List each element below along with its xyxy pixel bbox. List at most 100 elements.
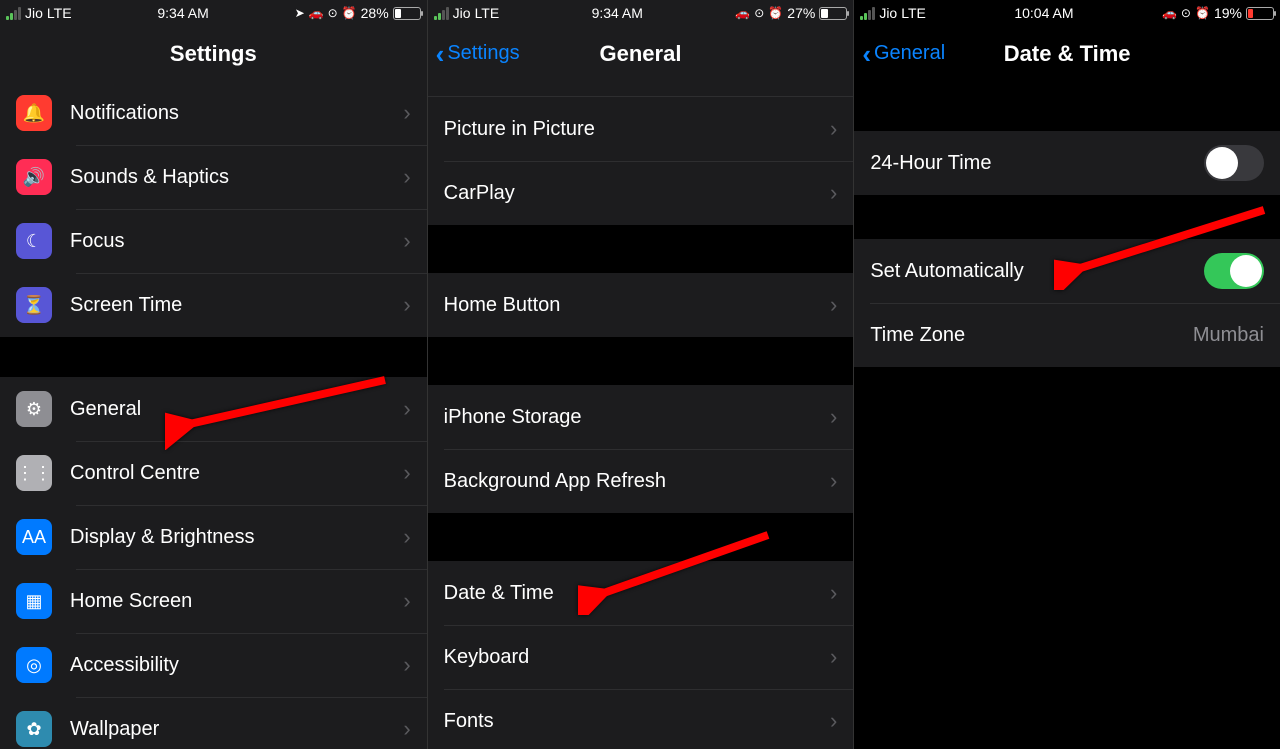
settings-row-accessibility[interactable]: ◎Accessibility› xyxy=(0,633,427,697)
chevron-right-icon: › xyxy=(403,228,410,254)
group-gap xyxy=(428,81,854,97)
network-label: LTE xyxy=(47,5,72,21)
row-label: Keyboard xyxy=(444,646,822,669)
row-label: Notifications xyxy=(70,102,395,125)
row-time-zone[interactable]: Time Zone Mumbai xyxy=(854,303,1280,367)
row-label: iPhone Storage xyxy=(444,406,822,429)
nav-bar: ‹ Settings General xyxy=(428,26,854,81)
nav-bar: ‹ General Date & Time xyxy=(854,26,1280,81)
wallpaper-icon: ✿ xyxy=(16,711,52,747)
chevron-right-icon: › xyxy=(403,588,410,614)
general-row-picture-in-picture[interactable]: Picture in Picture › xyxy=(428,97,854,161)
row-label: Set Automatically xyxy=(870,260,1204,283)
back-button[interactable]: ‹ Settings xyxy=(436,26,520,81)
row-label: Screen Time xyxy=(70,294,395,317)
settings-row-focus[interactable]: ☾ Focus › xyxy=(0,209,427,273)
row-24-hour-time[interactable]: 24-Hour Time xyxy=(854,131,1280,195)
chevron-right-icon: › xyxy=(403,716,410,742)
row-label: Display & Brightness xyxy=(70,526,395,549)
settings-group-2: ⚙General›⋮⋮Control Centre›AADisplay & Br… xyxy=(0,377,427,749)
settings-row-home-screen[interactable]: ▦ Home Screen › xyxy=(0,569,427,633)
row-label: Home Screen xyxy=(70,590,395,613)
settings-row-screen-time[interactable]: ⏳ Screen Time › xyxy=(0,273,427,337)
status-time: 10:04 AM xyxy=(926,5,1162,21)
general-group-0: Picture in Picture › CarPlay › xyxy=(428,97,854,225)
screen-settings: Jio LTE 9:34 AM ➤ 🚗 ⊙ ⏰ 28% Settings 🔔 No… xyxy=(0,0,427,749)
row-label: Picture in Picture xyxy=(444,118,822,141)
battery-icon xyxy=(393,7,421,20)
row-label: CarPlay xyxy=(444,182,822,205)
screen-general: Jio LTE 9:34 AM 🚗 ⊙ ⏰ 27% ‹ Settings Gen… xyxy=(427,0,854,749)
general-row-background-app-refresh[interactable]: Background App Refresh › xyxy=(428,449,854,513)
settings-row-wallpaper[interactable]: ✿ Wallpaper › xyxy=(0,697,427,749)
screen-date-time: Jio LTE 10:04 AM 🚗 ⊙ ⏰ 19% ‹ General Dat… xyxy=(853,0,1280,749)
group-gap xyxy=(854,195,1280,239)
signal-icon xyxy=(434,7,449,20)
network-label: LTE xyxy=(901,5,926,21)
general-row-date-time[interactable]: Date & Time› xyxy=(428,561,854,625)
general-row-home-button[interactable]: Home Button › xyxy=(428,273,854,337)
page-title: Date & Time xyxy=(1004,41,1131,67)
row-label: Focus xyxy=(70,230,395,253)
carrier-label: Jio xyxy=(453,5,471,21)
group-gap xyxy=(854,81,1280,131)
general-row-fonts[interactable]: Fonts› xyxy=(428,689,854,749)
chevron-right-icon: › xyxy=(830,292,837,318)
alarm-icon: ⏰ xyxy=(1195,6,1210,20)
chevron-right-icon: › xyxy=(830,468,837,494)
group-gap xyxy=(428,337,854,385)
settings-row-control-centre[interactable]: ⋮⋮Control Centre› xyxy=(0,441,427,505)
toggle-24h[interactable] xyxy=(1204,145,1264,181)
chevron-right-icon: › xyxy=(830,180,837,206)
row-label: General xyxy=(70,398,395,421)
group-gap xyxy=(0,337,427,377)
status-bar: Jio LTE 10:04 AM 🚗 ⊙ ⏰ 19% xyxy=(854,0,1280,26)
settings-row-display-brightness[interactable]: AADisplay & Brightness› xyxy=(0,505,427,569)
nav-bar: Settings xyxy=(0,26,427,81)
carrier-label: Jio xyxy=(25,5,43,21)
chevron-right-icon: › xyxy=(403,652,410,678)
settings-row-notifications[interactable]: 🔔Notifications› xyxy=(0,81,427,145)
general-row-keyboard[interactable]: Keyboard › xyxy=(428,625,854,689)
page-title: General xyxy=(600,41,682,67)
row-label: Background App Refresh xyxy=(444,470,822,493)
chevron-right-icon: › xyxy=(403,292,410,318)
row-label: Fonts xyxy=(444,710,822,733)
chevron-right-icon: › xyxy=(830,116,837,142)
alarm-icon: ⏰ xyxy=(768,6,783,20)
signal-icon xyxy=(860,7,875,20)
status-time: 9:34 AM xyxy=(72,5,295,21)
signal-icon xyxy=(6,7,21,20)
back-label: General xyxy=(874,42,945,65)
chevron-right-icon: › xyxy=(830,404,837,430)
control-centre-icon: ⋮⋮ xyxy=(16,455,52,491)
focus-icon: ☾ xyxy=(16,223,52,259)
general-row-carplay[interactable]: CarPlay › xyxy=(428,161,854,225)
settings-row-general[interactable]: ⚙General› xyxy=(0,377,427,441)
settings-row-sounds-haptics[interactable]: 🔊Sounds & Haptics› xyxy=(0,145,427,209)
toggle-set-automatically[interactable] xyxy=(1204,253,1264,289)
notifications-icon: 🔔 xyxy=(16,95,52,131)
status-bar: Jio LTE 9:34 AM 🚗 ⊙ ⏰ 27% xyxy=(428,0,854,26)
time-zone-value: Mumbai xyxy=(1193,324,1264,347)
chevron-right-icon: › xyxy=(830,644,837,670)
general-row-iphone-storage[interactable]: iPhone Storage › xyxy=(428,385,854,449)
group-24h: 24-Hour Time xyxy=(854,131,1280,195)
row-label: 24-Hour Time xyxy=(870,152,1204,175)
battery-icon xyxy=(819,7,847,20)
home-screen-icon: ▦ xyxy=(16,583,52,619)
screen-time-icon: ⏳ xyxy=(16,287,52,323)
back-button[interactable]: ‹ General xyxy=(862,26,945,81)
general-group-2: iPhone Storage › Background App Refresh › xyxy=(428,385,854,513)
general-group-1: Home Button › xyxy=(428,273,854,337)
display-brightness-icon: AA xyxy=(16,519,52,555)
row-set-automatically[interactable]: Set Automatically xyxy=(854,239,1280,303)
accessibility-icon: ◎ xyxy=(16,647,52,683)
car-icon: 🚗 xyxy=(309,6,324,20)
status-bar: Jio LTE 9:34 AM ➤ 🚗 ⊙ ⏰ 28% xyxy=(0,0,427,26)
orientation-lock-icon: ⊙ xyxy=(754,6,764,20)
chevron-right-icon: › xyxy=(403,396,410,422)
row-label: Wallpaper xyxy=(70,718,395,741)
orientation-lock-icon: ⊙ xyxy=(1181,6,1191,20)
row-label: Home Button xyxy=(444,294,822,317)
